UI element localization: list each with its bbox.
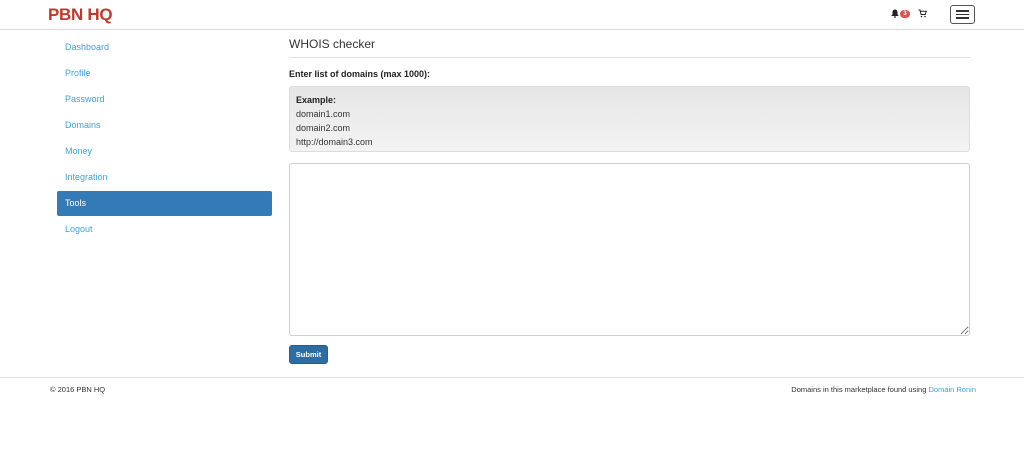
copyright-text: © 2016 PBN HQ [50, 385, 106, 394]
sidebar-item-tools[interactable]: Tools [57, 191, 272, 216]
sidebar-item-logout[interactable]: Logout [57, 217, 272, 242]
submit-button[interactable]: Submit [289, 345, 328, 364]
top-navbar: PBN HQ 3 [0, 0, 1024, 30]
sidebar-item-dashboard[interactable]: Dashboard [57, 35, 272, 60]
sidebar-item-password[interactable]: Password [57, 87, 272, 112]
notification-badge[interactable]: 3 [900, 9, 910, 18]
domain-ronin-link[interactable]: Domain Ronin [928, 385, 976, 394]
nav-icons: 3 [891, 9, 927, 18]
main-content: WHOIS checker Enter list of domains (max… [289, 35, 970, 364]
example-line: domain2.com [296, 123, 351, 133]
domains-field-label: Enter list of domains (max 1000): [289, 69, 431, 79]
sidebar-item-profile[interactable]: Profile [57, 61, 272, 86]
cart-icon[interactable] [918, 9, 927, 18]
example-heading: Example: [296, 95, 337, 105]
sidebar-nav: Dashboard Profile Password Domains Money… [57, 35, 272, 243]
hamburger-bar [956, 10, 969, 12]
hamburger-bar [956, 13, 969, 16]
brand-logo[interactable]: PBN HQ [48, 5, 113, 25]
footer: © 2016 PBN HQ Domains in this marketplac… [0, 377, 1024, 399]
example-line: domain1.com [296, 109, 351, 119]
footer-credit: Domains in this marketplace found using … [791, 385, 976, 394]
sidebar-item-integration[interactable]: Integration [57, 165, 272, 190]
sidebar-item-money[interactable]: Money [57, 139, 272, 164]
hamburger-bar [956, 17, 969, 19]
bell-icon[interactable] [891, 9, 899, 18]
sidebar-item-domains[interactable]: Domains [57, 113, 272, 138]
footer-credit-text: Domains in this marketplace found using [791, 385, 927, 394]
hamburger-menu-button[interactable] [950, 5, 975, 24]
example-box: Example: domain1.com domain2.com http://… [289, 86, 970, 152]
example-line: http://domain3.com [296, 137, 373, 147]
domains-textarea[interactable] [289, 163, 970, 336]
page-title: WHOIS checker [289, 35, 970, 58]
